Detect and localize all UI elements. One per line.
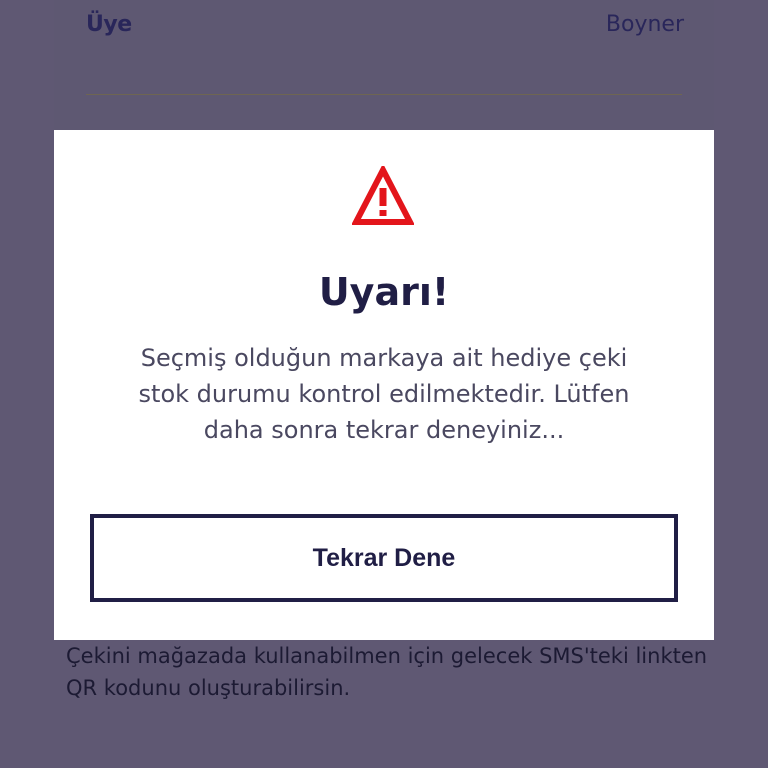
member-label: Üye (86, 12, 132, 37)
row-divider (86, 94, 682, 95)
warning-triangle-icon (352, 166, 414, 225)
dialog-title: Uyarı! (318, 270, 450, 314)
qr-info-text: Çekini mağazada kullanabilmen için gelec… (66, 644, 708, 700)
retry-button[interactable]: Tekrar Dene (90, 514, 678, 602)
dialog-message: Seçmiş olduğun markaya ait hediye çeki s… (138, 344, 630, 444)
member-value: Boyner (605, 12, 684, 37)
